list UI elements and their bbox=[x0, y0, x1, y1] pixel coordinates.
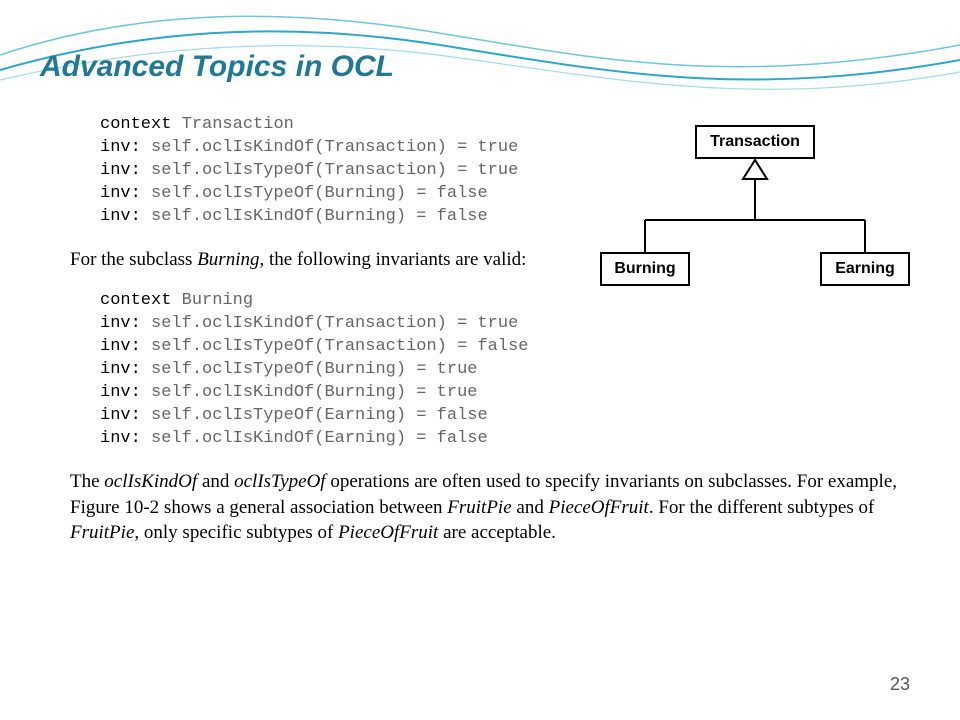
paragraph-bottom: The oclIsKindOf and oclIsTypeOf operatio… bbox=[70, 469, 920, 546]
context-name-2: Burning bbox=[182, 291, 253, 310]
code-line: self.oclIsTypeOf(Transaction) = false bbox=[151, 337, 528, 356]
uml-diagram: Transaction Burning Earning bbox=[590, 122, 920, 322]
text: , the following invariants are valid: bbox=[259, 249, 526, 270]
code-line: self.oclIsTypeOf(Burning) = false bbox=[151, 184, 488, 203]
text: and bbox=[197, 471, 234, 492]
slide: Advanced Topics in OCL context Transacti… bbox=[0, 0, 960, 720]
text: , only specific subtypes of bbox=[134, 522, 338, 543]
kw-inv: inv: bbox=[100, 406, 141, 425]
kw-inv: inv: bbox=[100, 429, 141, 448]
kw-inv: inv: bbox=[100, 314, 141, 333]
class-box-earning: Earning bbox=[820, 252, 910, 286]
code-line: self.oclIsTypeOf(Burning) = true bbox=[151, 360, 477, 379]
page-title: Advanced Topics in OCL bbox=[40, 50, 920, 84]
kw-context: context bbox=[100, 115, 171, 134]
class-box-burning: Burning bbox=[600, 252, 690, 286]
kw-inv: inv: bbox=[100, 360, 141, 379]
text: are acceptable. bbox=[438, 522, 556, 543]
inheritance-arrow-icon bbox=[743, 160, 767, 179]
kw-inv: inv: bbox=[100, 207, 141, 226]
em: oclIsKindOf bbox=[104, 471, 197, 492]
code-line: self.oclIsKindOf(Transaction) = true bbox=[151, 138, 518, 157]
text: and bbox=[512, 497, 549, 518]
code-line: self.oclIsKindOf(Burning) = false bbox=[151, 207, 488, 226]
code-line: self.oclIsTypeOf(Transaction) = true bbox=[151, 161, 518, 180]
text: . For the different subtypes of bbox=[649, 497, 875, 518]
em: PieceOfFruit bbox=[338, 522, 438, 543]
code-line: self.oclIsKindOf(Transaction) = true bbox=[151, 314, 518, 333]
class-box-transaction: Transaction bbox=[695, 125, 815, 159]
em: FruitPie bbox=[70, 522, 134, 543]
kw-inv: inv: bbox=[100, 138, 141, 157]
code-line: self.oclIsTypeOf(Earning) = false bbox=[151, 406, 488, 425]
kw-inv: inv: bbox=[100, 184, 141, 203]
code-line: self.oclIsKindOf(Earning) = false bbox=[151, 429, 488, 448]
text: For the subclass bbox=[70, 249, 197, 270]
page-number: 23 bbox=[890, 674, 910, 695]
context-name-1: Transaction bbox=[182, 115, 294, 134]
code-line: self.oclIsKindOf(Burning) = true bbox=[151, 383, 477, 402]
slide-body: context Transaction inv: self.oclIsKindO… bbox=[70, 114, 920, 546]
kw-context: context bbox=[100, 291, 171, 310]
kw-inv: inv: bbox=[100, 337, 141, 356]
kw-inv: inv: bbox=[100, 161, 141, 180]
kw-inv: inv: bbox=[100, 383, 141, 402]
em-burning: Burning bbox=[197, 249, 259, 270]
em: FruitPie bbox=[447, 497, 511, 518]
em: oclIsTypeOf bbox=[234, 471, 325, 492]
em: PieceOfFruit bbox=[549, 497, 649, 518]
text: The bbox=[70, 471, 104, 492]
